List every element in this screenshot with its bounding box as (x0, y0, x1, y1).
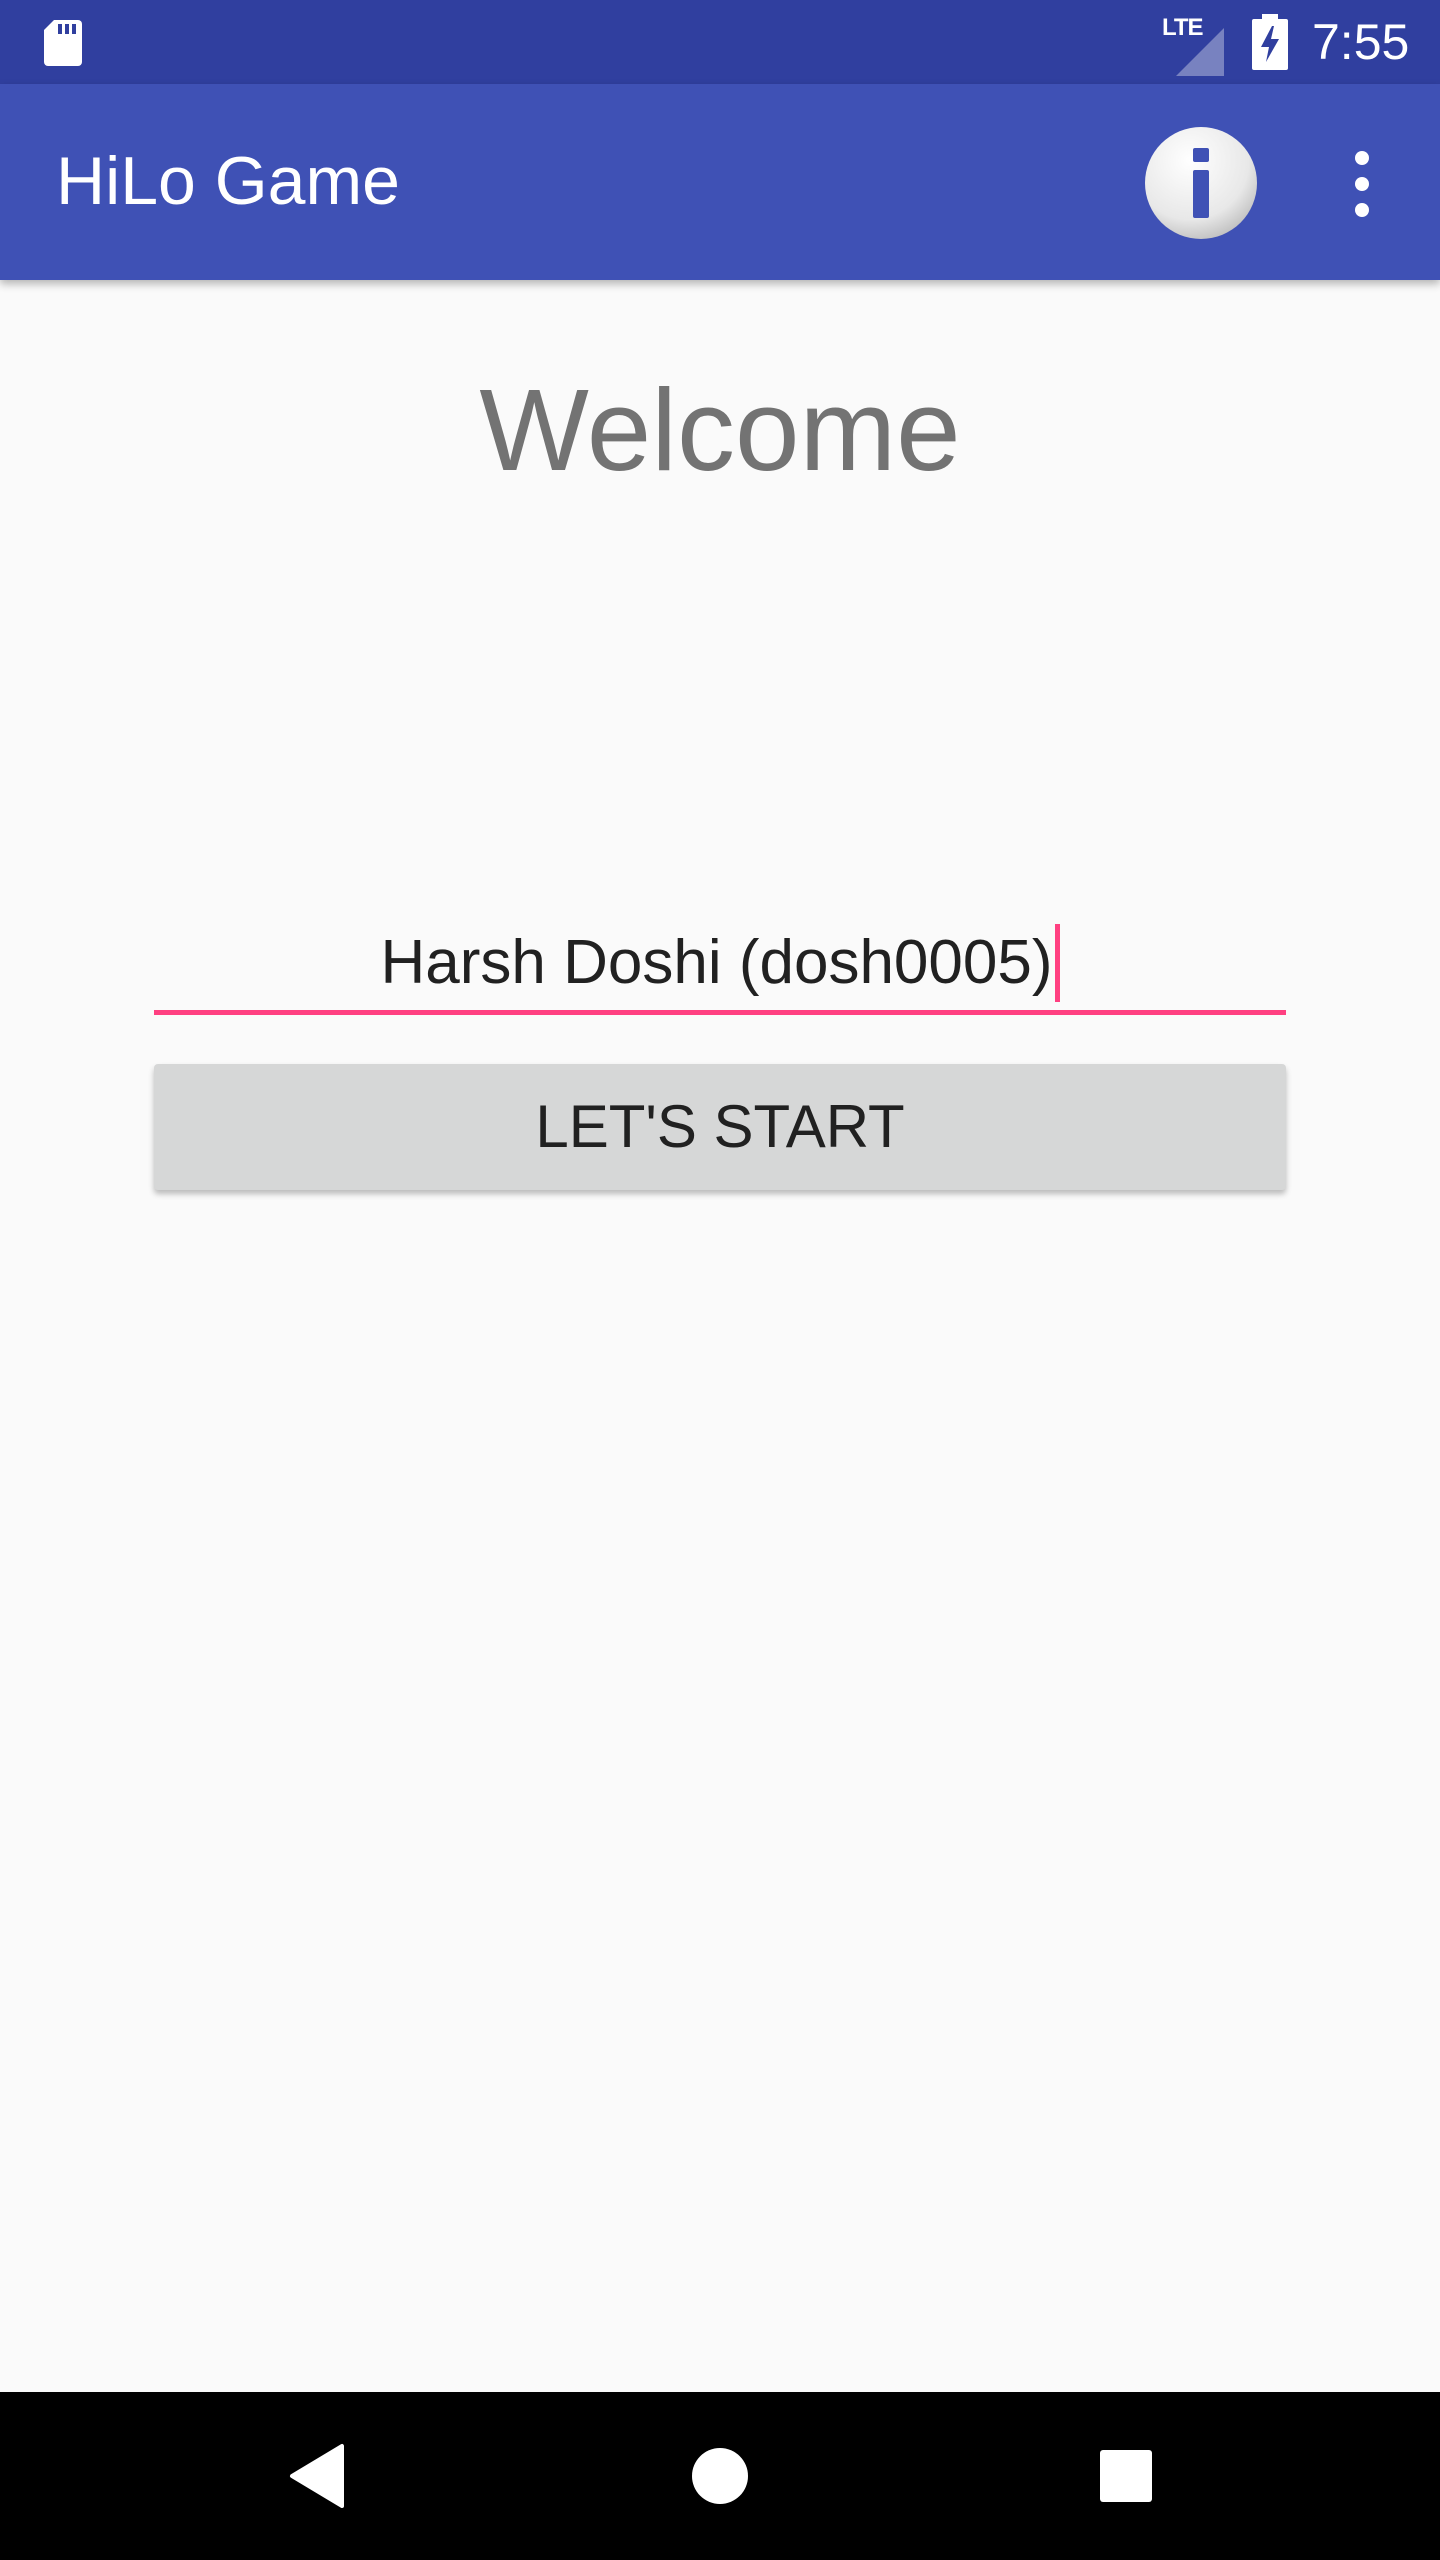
overflow-menu-button[interactable] (1330, 136, 1394, 232)
name-input-value: Harsh Doshi (dosh0005) (380, 928, 1053, 997)
back-icon (290, 2444, 344, 2508)
status-bar: LTE 7:55 (0, 0, 1440, 84)
info-icon (1145, 127, 1257, 239)
home-button[interactable] (674, 2430, 766, 2522)
name-input[interactable]: Harsh Doshi (dosh0005) (154, 908, 1286, 1018)
battery-charging-icon (1252, 14, 1288, 70)
name-input-text[interactable]: Harsh Doshi (dosh0005) (154, 918, 1286, 1008)
screen: LTE 7:55 HiLo Game Welcome Harsh Doshi (… (0, 0, 1440, 2560)
back-button[interactable] (270, 2430, 362, 2522)
input-underline (154, 1010, 1286, 1015)
info-button[interactable] (1142, 124, 1260, 242)
app-title: HiLo Game (56, 143, 400, 219)
network-indicator: LTE (1162, 14, 1228, 76)
app-bar: HiLo Game (0, 84, 1440, 280)
overflow-menu-icon (1355, 151, 1369, 217)
lets-start-button[interactable]: LET'S START (154, 1064, 1286, 1190)
sd-card-icon (44, 20, 82, 66)
network-type-label: LTE (1162, 14, 1204, 41)
clock: 7:55 (1312, 14, 1410, 70)
recents-button[interactable] (1080, 2430, 1172, 2522)
navigation-bar (0, 2392, 1440, 2560)
recents-icon (1100, 2450, 1152, 2502)
home-icon (692, 2448, 748, 2504)
text-cursor (1054, 923, 1060, 1002)
welcome-heading: Welcome (479, 365, 961, 495)
